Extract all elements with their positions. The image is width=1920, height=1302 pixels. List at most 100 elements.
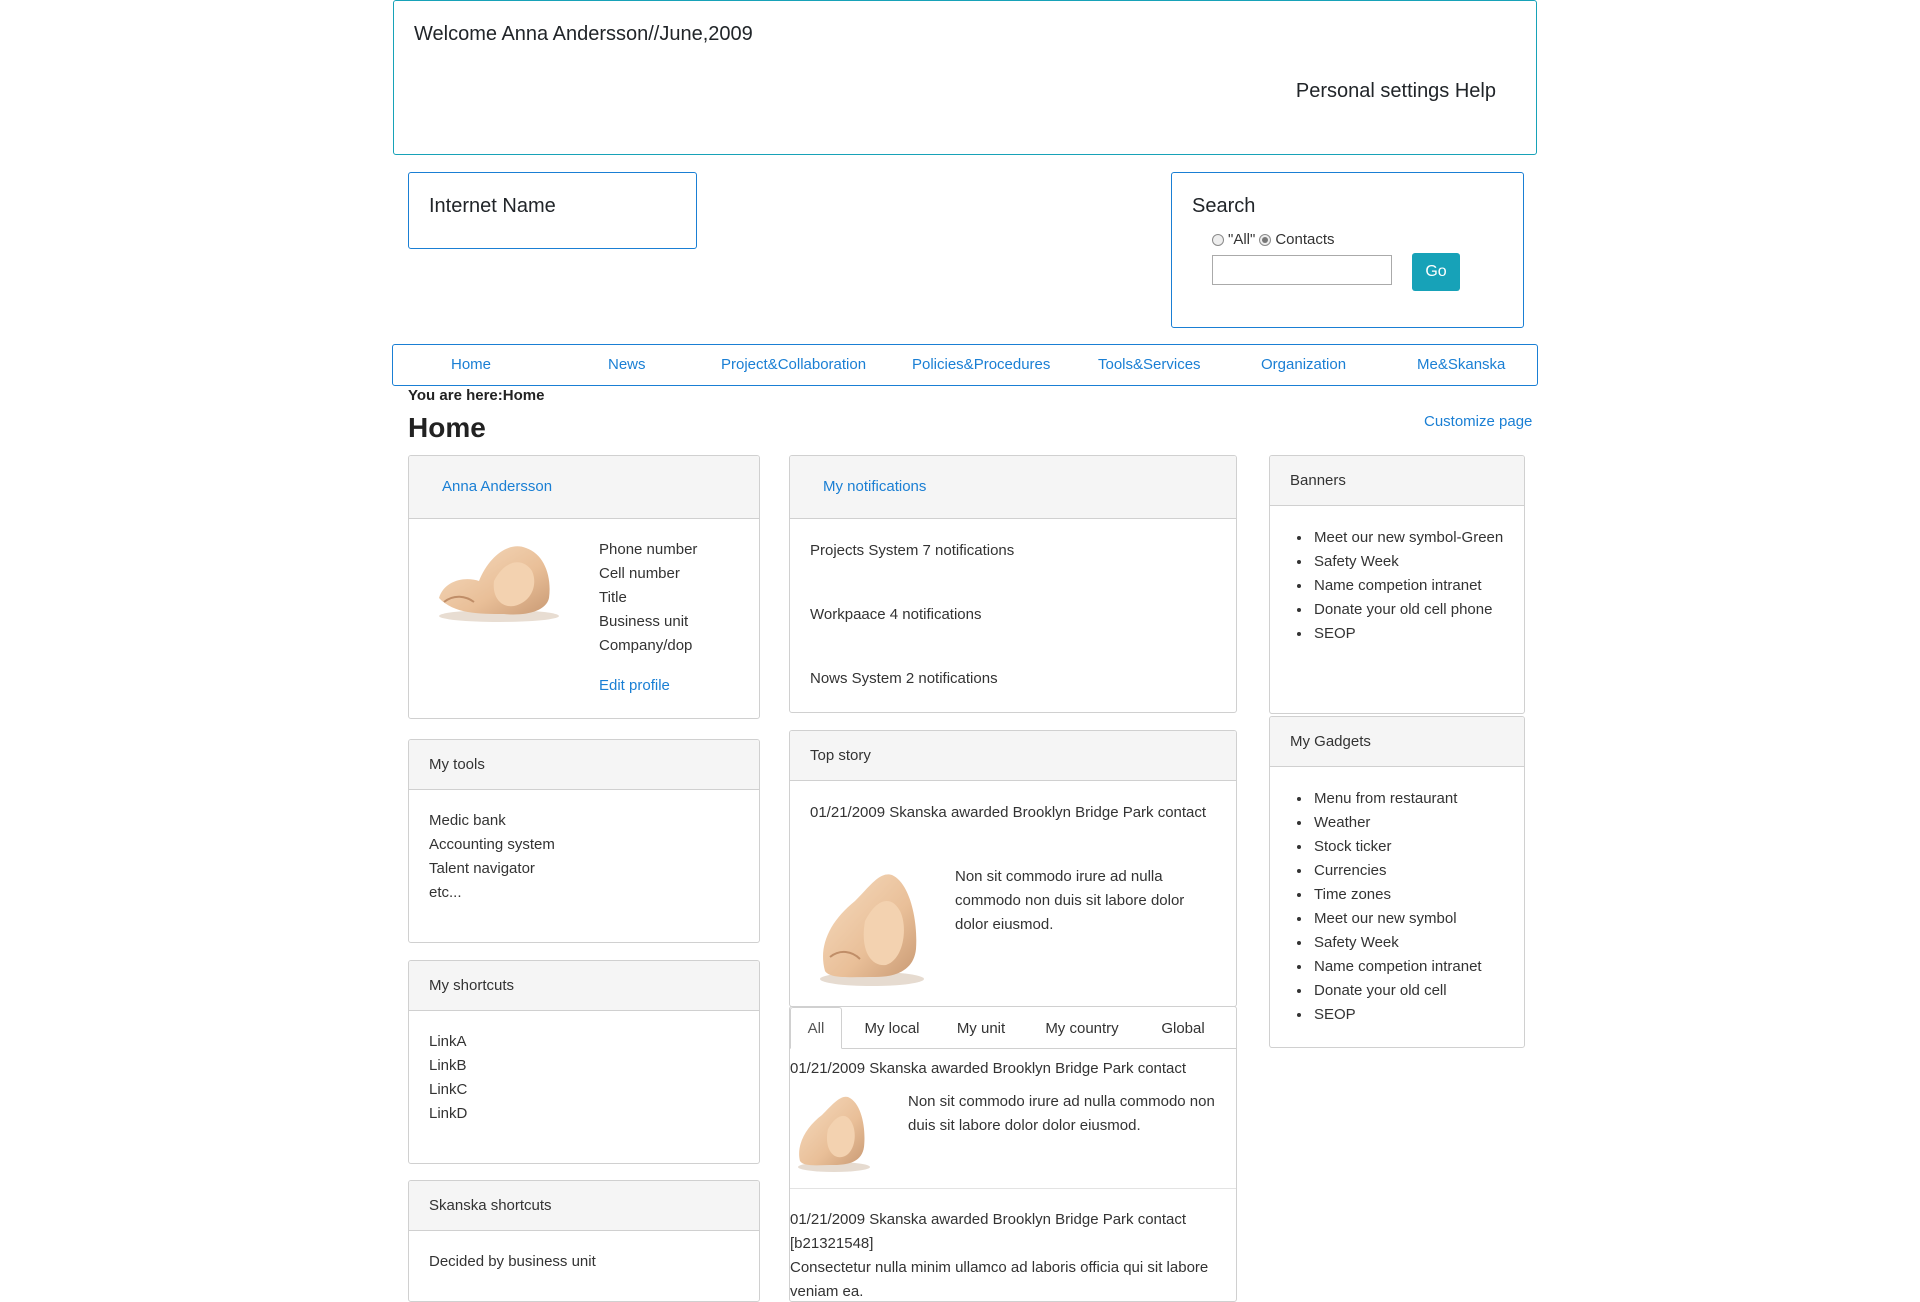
gadget-item[interactable]: Menu from restaurant xyxy=(1312,787,1510,811)
profile-card: Anna Andersson Phone number Cell number … xyxy=(408,455,760,719)
my-tools-card: My tools Medic bank Accounting system Ta… xyxy=(408,739,760,943)
tab-global[interactable]: Global xyxy=(1146,1007,1220,1049)
search-input[interactable] xyxy=(1212,255,1392,285)
notifications-header: My notifications xyxy=(790,456,1236,519)
gadgets-card: My Gadgets Menu from restaurant Weather … xyxy=(1269,716,1525,1048)
search-box: Search "All" Contacts Go xyxy=(1171,172,1524,328)
breadcrumb: You are here:Home xyxy=(408,387,545,404)
banner-item[interactable]: Safety Week xyxy=(1312,550,1510,574)
news-item1-body: Non sit commodo irure ad nulla commodo n… xyxy=(908,1093,1215,1134)
skanska-shortcuts-header: Skanska shortcuts xyxy=(409,1181,759,1231)
search-title: Search xyxy=(1192,195,1256,217)
banner-item[interactable]: Donate your old cell phone xyxy=(1312,598,1510,622)
banner-item[interactable]: SEOP xyxy=(1312,622,1510,646)
banner-item[interactable]: Meet our new symbol-Green xyxy=(1312,526,1510,550)
shortcut-link-a[interactable]: LinkA xyxy=(429,1033,467,1050)
notification-projects[interactable]: Projects System 7 notifications xyxy=(810,542,1014,559)
top-story-header: Top story xyxy=(790,731,1236,781)
radio-all-label: "All" xyxy=(1228,231,1256,248)
news-item1-headline[interactable]: 01/21/2009 Skanska awarded Brooklyn Brid… xyxy=(790,1060,1186,1077)
profile-photo xyxy=(439,546,559,622)
nav-item-project-collaboration[interactable]: Project&Collaboration xyxy=(721,356,866,373)
skanska-shortcuts-card: Skanska shortcuts Decided by business un… xyxy=(408,1180,760,1302)
news-item1-image xyxy=(798,1096,870,1172)
nav-item-home[interactable]: Home xyxy=(451,356,491,373)
tool-link-accounting[interactable]: Accounting system xyxy=(429,836,555,853)
internet-name-box: Internet Name xyxy=(408,172,697,249)
header-banner: Welcome Anna Andersson//June,2009 Person… xyxy=(393,0,1537,155)
gadget-item[interactable]: Stock ticker xyxy=(1312,835,1510,859)
news-item2-body: Consectetur nulla minim ullamco ad labor… xyxy=(790,1259,1209,1300)
tool-link-talent-navigator[interactable]: Talent navigator xyxy=(429,860,535,877)
gadget-item[interactable]: Safety Week xyxy=(1312,931,1510,955)
profile-field-company: Company/dop xyxy=(599,637,693,654)
profile-field-business-unit: Business unit xyxy=(599,613,689,630)
nav-item-tools-services[interactable]: Tools&Services xyxy=(1098,356,1201,373)
shortcut-link-c[interactable]: LinkC xyxy=(429,1081,467,1098)
edit-profile-link[interactable]: Edit profile xyxy=(599,677,670,694)
gadgets-list: Menu from restaurant Weather Stock ticke… xyxy=(1270,787,1510,1027)
news-item-divider xyxy=(790,1188,1236,1189)
notification-nows[interactable]: Nows System 2 notifications xyxy=(810,670,998,687)
go-button[interactable]: Go xyxy=(1412,253,1460,291)
skanska-shortcuts-text: Decided by business unit xyxy=(429,1253,596,1270)
news-item2-headline[interactable]: 01/21/2009 Skanska awarded Brooklyn Brid… xyxy=(790,1208,1230,1256)
nav-item-policies-procedures[interactable]: Policies&Procedures xyxy=(912,356,1050,373)
banner-item[interactable]: Name competion intranet xyxy=(1312,574,1510,598)
tab-my-country[interactable]: My country xyxy=(1030,1007,1134,1049)
personal-settings-help-links[interactable]: Personal settings Help xyxy=(1296,80,1496,103)
tab-my-unit[interactable]: My unit xyxy=(944,1007,1018,1049)
tool-link-etc: etc... xyxy=(429,884,462,901)
top-story-body: Non sit commodo irure ad nulla commodo n… xyxy=(955,868,1185,933)
gadgets-title: My Gadgets xyxy=(1290,733,1371,750)
tab-my-local[interactable]: My local xyxy=(852,1007,932,1049)
top-story-image xyxy=(820,874,924,986)
gadget-item[interactable]: Meet our new symbol xyxy=(1312,907,1510,931)
my-tools-header: My tools xyxy=(409,740,759,790)
top-story-headline[interactable]: 01/21/2009 Skanska awarded Brooklyn Brid… xyxy=(810,801,1210,825)
gadget-item[interactable]: Time zones xyxy=(1312,883,1510,907)
gadget-item[interactable]: Weather xyxy=(1312,811,1510,835)
customize-page-link[interactable]: Customize page xyxy=(1424,413,1532,430)
gadget-item[interactable]: Name competion intranet xyxy=(1312,955,1510,979)
skanska-shortcuts-title: Skanska shortcuts xyxy=(429,1197,552,1214)
banners-header: Banners xyxy=(1270,456,1524,506)
radio-all[interactable] xyxy=(1212,233,1224,246)
top-story-card: Top story 01/21/2009 Skanska awarded Bro… xyxy=(789,730,1237,1007)
tool-link-medic-bank[interactable]: Medic bank xyxy=(429,812,506,829)
radio-contacts-label: Contacts xyxy=(1275,231,1335,248)
banners-card: Banners Meet our new symbol-Green Safety… xyxy=(1269,455,1525,714)
notification-workpaace[interactable]: Workpaace 4 notifications xyxy=(810,606,981,623)
profile-field-title: Title xyxy=(599,589,627,606)
profile-field-cell: Cell number xyxy=(599,565,680,582)
gadgets-header: My Gadgets xyxy=(1270,717,1524,767)
welcome-text: Welcome Anna Andersson//June,2009 xyxy=(414,23,753,45)
top-story-title: Top story xyxy=(810,747,871,764)
profile-field-phone: Phone number xyxy=(599,541,698,558)
nav-item-organization[interactable]: Organization xyxy=(1261,356,1346,373)
news-tabs-card: All My local My unit My country Global 0… xyxy=(789,1006,1237,1302)
shortcut-link-b[interactable]: LinkB xyxy=(429,1057,467,1074)
profile-card-header: Anna Andersson xyxy=(409,456,759,519)
notifications-title-link[interactable]: My notifications xyxy=(823,478,926,495)
nav-item-news[interactable]: News xyxy=(608,356,646,373)
search-scope-options: "All" Contacts xyxy=(1212,231,1335,248)
main-nav: Home News Project&Collaboration Policies… xyxy=(392,344,1538,386)
my-shortcuts-title: My shortcuts xyxy=(429,977,515,994)
my-shortcuts-card: My shortcuts LinkA LinkB LinkC LinkD xyxy=(408,960,760,1164)
internet-name-label: Internet Name xyxy=(429,195,556,217)
radio-contacts[interactable] xyxy=(1259,233,1272,246)
profile-name-link[interactable]: Anna Andersson xyxy=(442,478,552,495)
my-tools-title: My tools xyxy=(429,756,485,773)
gadget-item[interactable]: SEOP xyxy=(1312,1003,1510,1027)
banners-title: Banners xyxy=(1290,472,1346,489)
page-title: Home xyxy=(408,412,486,443)
banners-list: Meet our new symbol-Green Safety Week Na… xyxy=(1270,526,1510,646)
shortcut-link-d[interactable]: LinkD xyxy=(429,1105,467,1122)
notifications-card: My notifications Projects System 7 notif… xyxy=(789,455,1237,713)
gadget-item[interactable]: Donate your old cell xyxy=(1312,979,1510,1003)
nav-item-me-skanska[interactable]: Me&Skanska xyxy=(1417,356,1505,373)
gadget-item[interactable]: Currencies xyxy=(1312,859,1510,883)
tab-all[interactable]: All xyxy=(790,1007,842,1049)
my-shortcuts-header: My shortcuts xyxy=(409,961,759,1011)
